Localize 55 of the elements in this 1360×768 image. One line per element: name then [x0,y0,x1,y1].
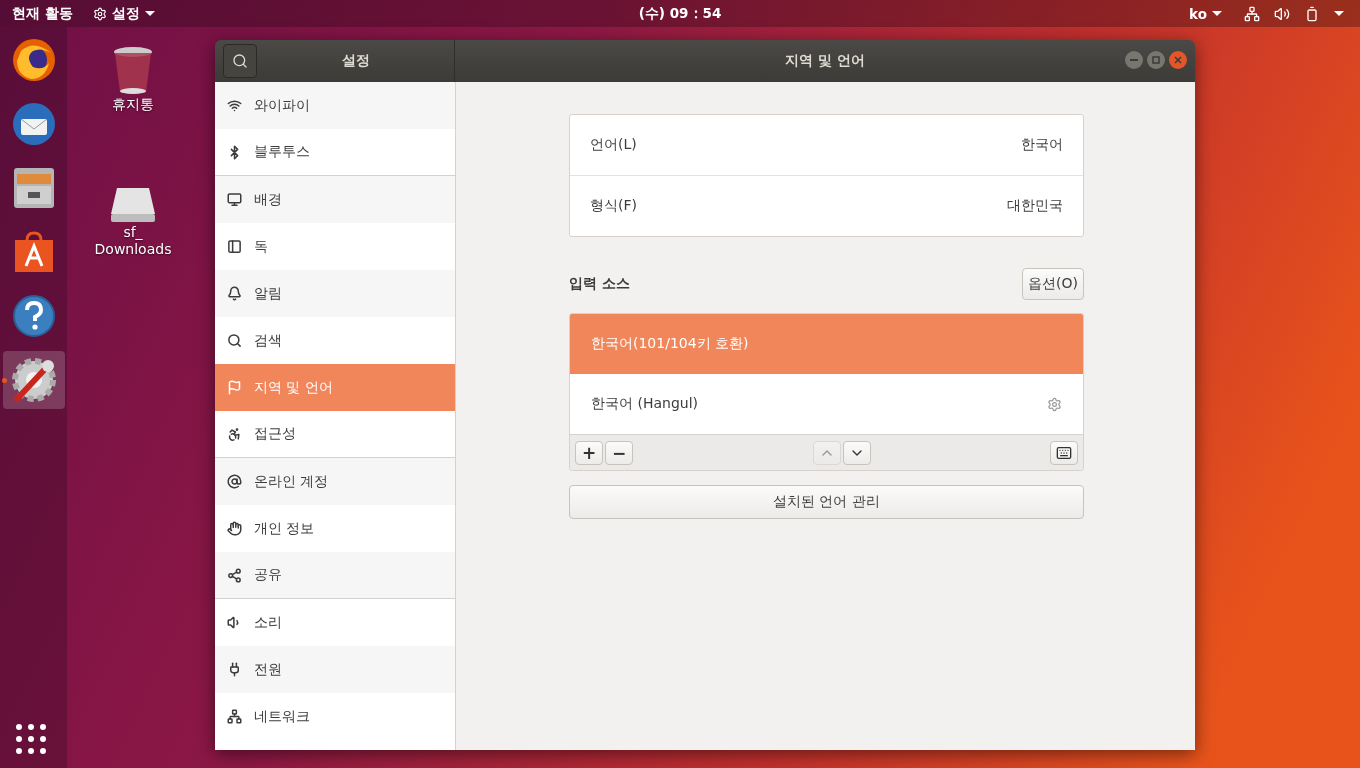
input-method-menu[interactable]: ko [1181,5,1230,22]
app-menu[interactable]: 설정 [84,4,163,23]
system-menu-caret-icon[interactable] [1334,11,1344,16]
network-icon [227,709,242,724]
power-icon [227,662,242,677]
browser-icon[interactable] [10,37,57,83]
setting-label: 형식(F) [590,197,637,215]
battery-icon[interactable] [1304,5,1320,22]
show-apps-icon[interactable] [16,724,46,754]
move-down-button[interactable] [842,440,871,465]
notifications-icon [227,286,242,301]
gear-icon [92,6,107,21]
sidebar-item[interactable]: 배경 [215,176,455,223]
clock[interactable]: (수) 09：54 [638,4,722,23]
manage-languages-button[interactable]: 설치된 언어 관리 [569,485,1084,519]
search-button[interactable] [223,44,257,78]
close-icon [1174,56,1182,64]
sidebar-item[interactable]: 온라인 계정 [215,458,455,505]
trash-icon[interactable] [111,46,155,96]
activities-button[interactable]: 현재 활동 [0,4,85,23]
keyboard-button[interactable] [1050,440,1078,465]
sidebar-item[interactable]: 공유 [215,552,455,599]
input-source-row[interactable]: 한국어 (Hangul) [570,374,1083,434]
settings-icon[interactable] [1047,396,1062,412]
desktop-icon-label[interactable]: sf_ Downloads [93,224,173,258]
mail-bird-icon[interactable] [10,101,57,147]
keyboard-icon [1056,444,1072,461]
sidebar-item[interactable]: 와이파이 [215,82,455,129]
wifi-icon [227,98,242,113]
running-indicator [1,378,7,383]
search-icon [227,333,242,348]
help-icon[interactable] [11,294,56,338]
options-button[interactable]: 옵션(O) [1022,268,1084,300]
section-heading: 입력 소스 [569,275,630,293]
maximize-icon [1152,56,1160,64]
desktop-icon-label[interactable]: 휴지통 [93,96,173,113]
window-title: 지역 및 언어 [785,52,865,70]
setting-value[interactable]: 대한민국 [1007,197,1063,215]
search-icon [232,53,248,69]
setting-value[interactable]: 한국어 [1021,136,1063,154]
add-button[interactable]: + [575,440,603,465]
minimize-icon [1130,59,1138,61]
sidebar-item[interactable]: 전원 [215,646,455,693]
sidebar-title: 설정 [340,52,371,70]
close-button[interactable] [1169,51,1187,69]
drive-icon[interactable] [109,186,157,224]
volume-icon[interactable] [1274,5,1290,22]
network-icon[interactable] [1244,5,1260,22]
remove-button[interactable]: − [605,440,633,465]
minimize-button[interactable] [1125,51,1143,69]
sidebar-item[interactable]: 알림 [215,270,455,317]
setting-label: 언어(L) [590,136,637,154]
sharing-icon [227,567,242,583]
accessibility-icon [227,426,242,442]
file-cabinet-icon[interactable] [11,166,56,210]
